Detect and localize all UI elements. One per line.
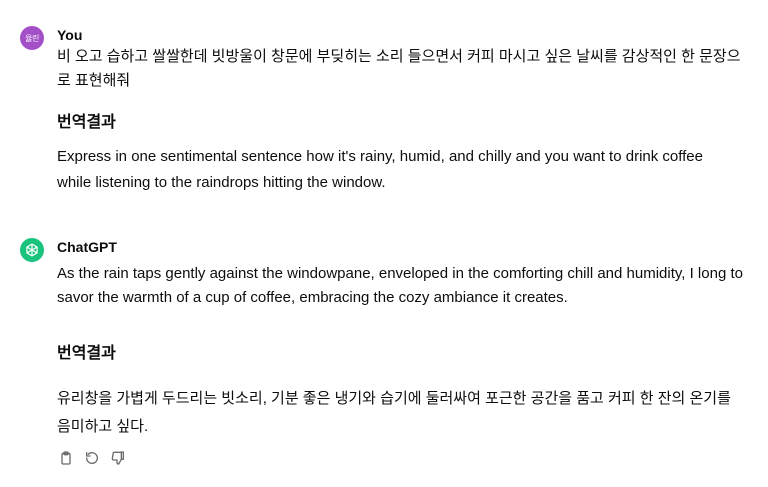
- user-translation-text: Express in one sentimental sentence how …: [57, 148, 703, 191]
- assistant-translation-title: 번역결과: [57, 345, 116, 362]
- message-actions: [57, 449, 127, 467]
- assistant-translation-text: 유리창을 가볍게 두드리는 빗소리, 기분 좋은 냉기와 습기에 둘러싸여 포근…: [57, 390, 731, 435]
- copy-icon[interactable]: [57, 449, 75, 467]
- assistant-message-text: As the rain taps gently against the wind…: [57, 262, 747, 310]
- chat-page: 율린 You 비 오고 습하고 쌀쌀한데 빗방울이 창문에 부딪히는 소리 들으…: [0, 0, 768, 487]
- user-avatar-text: 율린: [25, 33, 39, 43]
- assistant-reply: As the rain taps gently against the wind…: [57, 265, 743, 306]
- regenerate-icon[interactable]: [83, 449, 101, 467]
- assistant-author-name: ChatGPT: [57, 239, 117, 255]
- user-avatar: 율린: [20, 26, 44, 50]
- openai-logo-icon: [20, 238, 44, 262]
- user-message-text: 비 오고 습하고 쌀쌀한데 빗방울이 창문에 부딪히는 소리 들으면서 커피 마…: [57, 45, 747, 93]
- user-author-name: You: [57, 27, 83, 43]
- user-prompt: 비 오고 습하고 쌀쌀한데 빗방울이 창문에 부딪히는 소리 들으면서 커피 마…: [57, 48, 741, 89]
- thumbs-down-icon[interactable]: [109, 449, 127, 467]
- user-translation-title: 번역결과: [57, 114, 116, 131]
